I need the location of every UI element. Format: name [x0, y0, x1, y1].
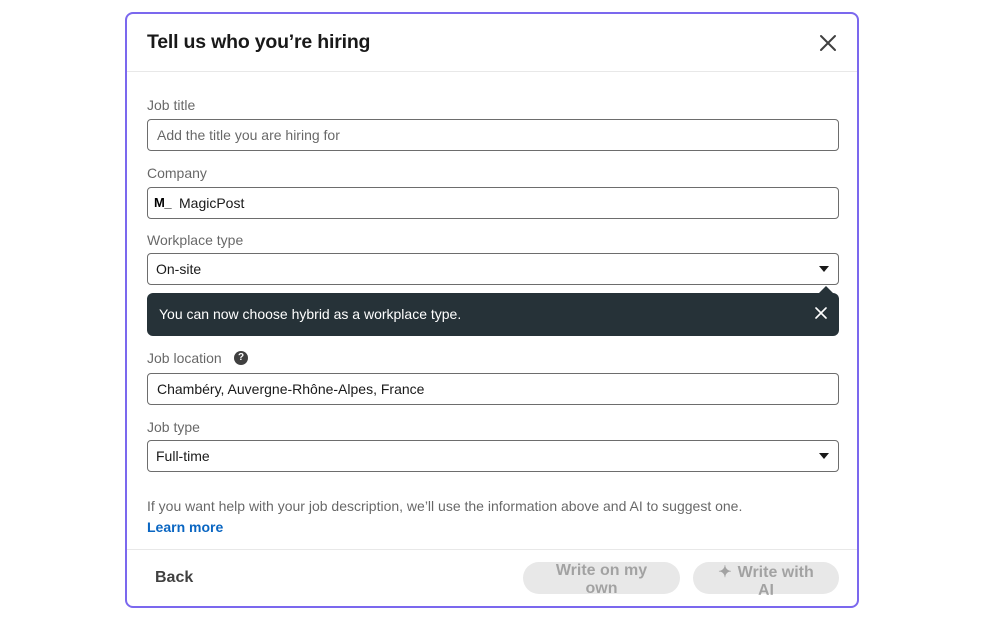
back-button[interactable]: Back — [143, 562, 205, 594]
learn-more-link[interactable]: Learn more — [147, 519, 223, 535]
job-location-field-box — [147, 373, 839, 405]
workplace-type-label: Workplace type — [147, 232, 244, 248]
job-title-field-box — [147, 119, 839, 151]
job-title-label: Job title — [147, 97, 196, 113]
job-type-value: Full-time — [156, 448, 210, 464]
job-location-input[interactable] — [157, 375, 817, 403]
company-input[interactable] — [179, 189, 819, 217]
write-with-ai-button[interactable]: ✦ Write with AI — [693, 562, 839, 599]
job-title-input[interactable] — [157, 121, 817, 149]
workplace-type-value: On-site — [156, 261, 202, 277]
caret-down-icon — [819, 453, 829, 459]
job-location-label: Job location — [147, 350, 222, 366]
modal-header: Tell us who you’re hiring — [127, 14, 857, 72]
tooltip-arrow — [819, 286, 833, 293]
job-type-select[interactable]: Full-time — [147, 440, 839, 472]
modal-title: Tell us who you’re hiring — [147, 31, 371, 53]
sparkle-icon: ✦ — [718, 564, 732, 581]
company-field-box: M_ — [147, 187, 839, 219]
job-type-label: Job type — [147, 419, 200, 435]
company-logo: M_ — [154, 195, 172, 210]
company-label: Company — [147, 165, 207, 181]
hybrid-tooltip: You can now choose hybrid as a workplace… — [147, 286, 839, 336]
caret-down-icon — [819, 266, 829, 272]
write-on-my-own-button[interactable]: Write on my own — [523, 562, 680, 597]
help-icon[interactable]: ? — [234, 351, 248, 365]
tooltip-text: You can now choose hybrid as a workplace… — [159, 306, 462, 322]
hiring-modal: Tell us who you’re hiring Job title Comp… — [125, 12, 859, 608]
ai-help-text: If you want help with your job descripti… — [147, 498, 743, 514]
tooltip-close-button[interactable] — [815, 306, 827, 324]
write-with-ai-label: Write with AI — [737, 564, 814, 599]
close-icon — [820, 35, 836, 51]
modal-footer: Back Write on my own ✦ Write with AI — [127, 549, 857, 606]
workplace-type-select[interactable]: On-site — [147, 253, 839, 285]
close-icon — [815, 307, 827, 319]
close-button[interactable] — [813, 28, 843, 58]
